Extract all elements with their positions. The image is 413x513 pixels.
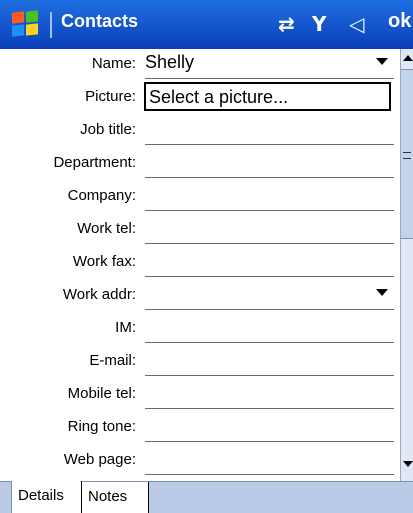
scrollbar-thumb[interactable] — [401, 69, 413, 239]
department-row: Department: — [0, 148, 400, 181]
app-title: Contacts — [61, 11, 139, 31]
field-underline — [145, 177, 394, 178]
connectivity-icon[interactable]: ⇄ — [278, 12, 295, 36]
field-underline — [145, 474, 394, 475]
picture-picker-text: Select a picture... — [149, 87, 289, 107]
scroll-down-icon[interactable] — [403, 461, 413, 467]
scroll-up-icon[interactable] — [403, 55, 413, 61]
tab-notes[interactable]: Notes — [82, 482, 149, 513]
ok-button[interactable]: ok — [388, 10, 411, 33]
field-underline — [145, 309, 394, 310]
im-label: IM: — [115, 319, 136, 336]
field-underline — [145, 210, 394, 211]
grip-icon — [403, 152, 411, 159]
job-title-label: Job title: — [80, 121, 136, 138]
name-row: Name: Shelly — [0, 49, 400, 82]
field-underline — [145, 144, 394, 145]
web-page-label: Web page: — [63, 451, 136, 468]
email-label: E-mail: — [89, 352, 136, 369]
work-tel-label: Work tel: — [77, 220, 136, 237]
name-field[interactable]: Shelly — [145, 52, 194, 73]
chevron-down-icon[interactable] — [376, 58, 388, 65]
email-row: E-mail: — [0, 346, 400, 379]
picture-picker[interactable]: Select a picture... — [144, 82, 391, 111]
work-addr-label: Work addr: — [62, 286, 136, 303]
field-underline — [145, 276, 394, 277]
title-bar: Contacts ⇄ Y ◁ ok — [0, 0, 413, 49]
tab-bar: Details Notes — [0, 481, 413, 513]
web-page-row: Web page: — [0, 445, 400, 478]
picture-row: Picture: Select a picture... — [0, 82, 400, 115]
vertical-scrollbar[interactable] — [400, 49, 413, 481]
picture-label: Picture: — [85, 88, 136, 105]
job-title-row: Job title: — [0, 115, 400, 148]
work-fax-row: Work fax: — [0, 247, 400, 280]
department-label: Department: — [53, 154, 136, 171]
signal-icon[interactable]: Y — [312, 12, 326, 36]
company-label: Company: — [67, 187, 136, 204]
ring-tone-label: Ring tone: — [67, 418, 136, 435]
ring-tone-row: Ring tone: — [0, 412, 400, 445]
chevron-down-icon[interactable] — [376, 289, 388, 296]
field-underline — [145, 342, 394, 343]
work-tel-row: Work tel: — [0, 214, 400, 247]
field-underline — [145, 243, 394, 244]
contact-form: Name: Shelly Picture: Select a picture..… — [0, 49, 400, 481]
im-row: IM: — [0, 313, 400, 346]
field-underline — [145, 78, 394, 79]
work-fax-label: Work fax: — [72, 253, 136, 270]
field-underline — [145, 408, 394, 409]
work-addr-row: Work addr: — [0, 280, 400, 313]
volume-icon[interactable]: ◁ — [349, 12, 364, 36]
field-underline — [145, 375, 394, 376]
field-underline — [145, 441, 394, 442]
name-label: Name: — [91, 55, 136, 72]
mobile-tel-row: Mobile tel: — [0, 379, 400, 412]
title-separator — [50, 12, 52, 38]
mobile-tel-label: Mobile tel: — [67, 385, 136, 402]
windows-start-icon[interactable] — [12, 10, 42, 39]
company-row: Company: — [0, 181, 400, 214]
tab-details[interactable]: Details — [11, 481, 82, 513]
